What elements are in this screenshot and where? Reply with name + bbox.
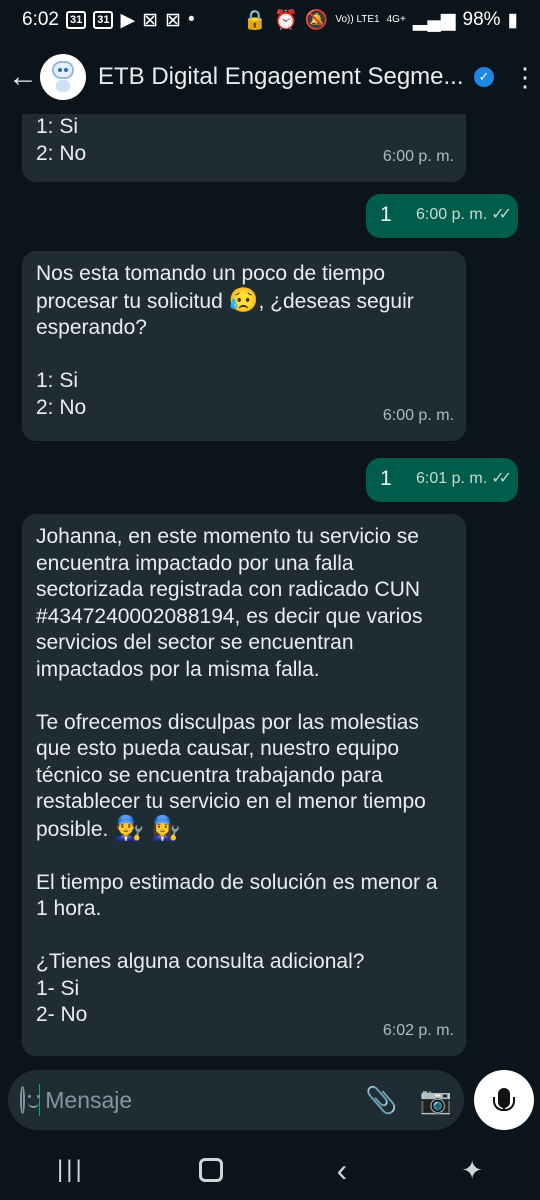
more-vert-icon[interactable]: ⋮ (512, 64, 538, 90)
microphone-button[interactable] (474, 1070, 534, 1130)
home-icon[interactable] (198, 1158, 223, 1182)
message-time-row: 6:00 p. m. ✓✓ (416, 202, 512, 229)
chat-title[interactable]: ETB Digital Engagement Segme... (98, 63, 464, 91)
youtube-icon: ▶ (120, 9, 136, 31)
message-time: 6:00 p. m. (382, 147, 454, 165)
message-time: 6:00 p. m. (416, 205, 488, 223)
sad-emoji-icon: 😥 (228, 286, 259, 314)
status-left: 6:02 31 31 ▶ ⊠ ⊠ • (22, 9, 195, 32)
notification-icon: ⊠ (165, 9, 181, 31)
read-ticks-icon: ✓✓ (491, 205, 512, 223)
emoji-icon[interactable] (20, 1086, 40, 1114)
status-bar: 6:02 31 31 ▶ ⊠ ⊠ • 🔒 ⏰ 🔕 Vo)) LTE1 4G+ ▂… (0, 0, 540, 40)
message-text: Nos esta tomando un poco de tiempo proce… (36, 261, 452, 421)
avatar[interactable] (40, 54, 86, 100)
mechanic-emoji-icon: 👨‍🔧 👩‍🔧 (114, 814, 181, 842)
back-arrow-icon[interactable]: ← (8, 60, 40, 94)
message-time: 6:01 p. m. (416, 469, 488, 487)
read-ticks-icon: ✓✓ (491, 469, 512, 487)
lock-icon: 🔒 (243, 10, 267, 31)
notification-icon: ⊠ (142, 9, 159, 31)
message-text-part: El tiempo estimado de solución es menor … (36, 870, 438, 1026)
paperclip-icon[interactable]: 📎 (365, 1085, 397, 1116)
message-outgoing[interactable]: 1 6:01 p. m. ✓✓ (366, 458, 518, 502)
message-incoming[interactable]: Nos esta tomando un poco de tiempo proce… (22, 251, 466, 441)
message-time: 6:00 p. m. (382, 406, 454, 424)
message-outgoing[interactable]: 1 6:00 p. m. ✓✓ (366, 194, 518, 238)
clock: 6:02 (22, 9, 59, 30)
signal-icon: ▂▄▆ (412, 9, 456, 31)
chat-header: ← ETB Digital Engagement Segme... ✓ ⋮ (0, 40, 540, 114)
system-nav-bar: ||| ‹ ✦ (0, 1140, 540, 1200)
verified-badge-icon: ✓ (474, 67, 494, 87)
message-input[interactable] (43, 1085, 344, 1115)
message-text: Johanna, en este momento tu servicio se … (36, 524, 452, 1029)
chat-messages[interactable]: 1: Si 2: No 6:00 p. m. 1 6:00 p. m. ✓✓ No… (0, 114, 540, 1070)
network-type-label: 4G+ (386, 14, 406, 25)
message-time-row: 6:01 p. m. ✓✓ (416, 466, 512, 493)
battery-icon: ▮ (507, 9, 518, 31)
message-text-part: Johanna, en este momento tu servicio se … (36, 525, 426, 841)
back-icon[interactable]: ‹ (337, 1152, 348, 1189)
camera-icon[interactable]: 📷 (420, 1085, 452, 1116)
message-text: 1 (380, 467, 392, 490)
message-incoming[interactable]: Johanna, en este momento tu servicio se … (22, 514, 466, 1056)
message-time: 6:02 p. m. (382, 1021, 454, 1039)
volte-label: Vo)) LTE1 (335, 14, 380, 25)
message-incoming[interactable]: 1: Si 2: No 6:00 p. m. (22, 114, 466, 182)
message-composer: 📎 📷 (8, 1070, 464, 1130)
mute-icon: 🔕 (304, 10, 329, 31)
recents-icon[interactable]: ||| (57, 1156, 85, 1184)
accessibility-icon[interactable]: ✦ (461, 1155, 483, 1186)
dot-icon: • (187, 9, 195, 30)
calendar-icon: 31 (93, 11, 114, 29)
alarm-icon: ⏰ (274, 10, 298, 31)
status-right: 🔒 ⏰ 🔕 Vo)) LTE1 4G+ ▂▄▆ 98% ▮ (243, 8, 518, 32)
calendar-icon: 31 (65, 11, 87, 29)
battery-percent: 98% (462, 9, 501, 30)
robot-icon (49, 61, 77, 93)
message-text: 1 (380, 203, 392, 226)
